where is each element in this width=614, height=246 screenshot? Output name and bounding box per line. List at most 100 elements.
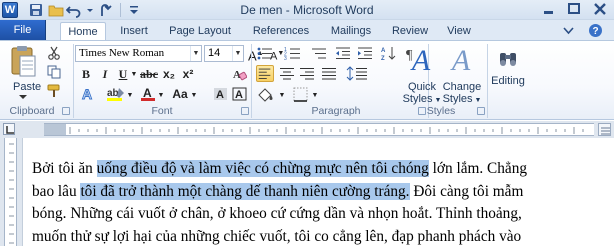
styles-group-label: Styles — [426, 105, 456, 117]
group-separator — [251, 44, 252, 118]
increase-indent-icon[interactable] — [356, 45, 374, 62]
window-title: De men - Microsoft Word — [240, 3, 374, 17]
change-case-dropdown-icon[interactable]: ▼ — [190, 87, 198, 104]
italic-button[interactable]: I — [99, 66, 111, 83]
font-dialog-launcher[interactable] — [241, 107, 249, 115]
change-styles-icon[interactable]: A — [444, 46, 478, 76]
numbering-icon[interactable]: 123 — [284, 45, 302, 62]
font-size-value: 14 — [208, 47, 221, 59]
horizontal-ruler[interactable] — [44, 123, 594, 136]
paste-label: Paste — [13, 81, 42, 93]
quick-styles-button[interactable]: Quick Styles ▼ — [400, 81, 444, 107]
line-text: Đôi càng tôi mẫm — [409, 182, 524, 200]
help-icon[interactable]: ? — [588, 23, 603, 38]
font-group-label: Font — [151, 105, 173, 117]
view-ruler-icon[interactable] — [598, 123, 611, 136]
tab-insert[interactable]: Insert — [114, 22, 154, 41]
clear-formatting-icon[interactable]: A — [232, 67, 248, 81]
font-size-combo[interactable]: 14 ▼ — [204, 45, 244, 62]
tab-page-layout[interactable]: Page Layout — [165, 22, 235, 41]
quick-styles-label-2: Styles — [402, 93, 433, 105]
minimize-ribbon-icon[interactable] — [561, 23, 576, 38]
subscript-button[interactable]: x₂ — [161, 66, 177, 83]
tab-mailings[interactable]: Mailings — [325, 22, 377, 41]
shading-dropdown-icon[interactable]: ▼ — [278, 87, 286, 104]
borders-dropdown-icon[interactable]: ▼ — [311, 87, 319, 104]
paragraph-group-label: Paragraph — [311, 105, 361, 117]
tab-references[interactable]: References — [249, 22, 313, 41]
multilevel-list-icon[interactable] — [310, 45, 328, 62]
line-text: Bởi tôi ăn — [32, 160, 97, 177]
vertical-ruler-ticks — [9, 143, 14, 244]
highlight-dropdown-icon[interactable]: ▼ — [126, 87, 134, 104]
svg-text:A: A — [216, 89, 224, 101]
align-left-button[interactable] — [256, 65, 274, 82]
vertical-ruler[interactable] — [4, 138, 17, 246]
underline-button[interactable]: U — [117, 66, 129, 83]
tab-file[interactable]: File — [0, 20, 46, 41]
binoculars-icon[interactable] — [497, 47, 519, 69]
tab-selector-icon[interactable] — [3, 123, 15, 135]
shading-icon[interactable] — [256, 86, 278, 103]
bold-button[interactable]: B — [80, 66, 92, 83]
document-body[interactable]: Bởi tôi ăn uống điều độ và làm việc có c… — [32, 158, 592, 246]
document-page[interactable]: Bởi tôi ăn uống điều độ và làm việc có c… — [22, 138, 614, 246]
cut-icon[interactable] — [47, 46, 61, 60]
line-spacing-icon[interactable] — [346, 65, 370, 82]
text-effects-icon[interactable]: A — [80, 86, 98, 103]
sort-icon[interactable]: AZ — [380, 45, 398, 62]
decrease-indent-icon[interactable] — [334, 45, 352, 62]
line-text: lớn lắm. Chẳng — [428, 160, 527, 177]
highlight-color-icon[interactable]: ab — [106, 86, 126, 102]
svg-text:A: A — [235, 89, 243, 101]
minimize-button[interactable] — [535, 0, 561, 19]
align-center-button[interactable] — [278, 65, 296, 82]
change-styles-label-2: Styles — [442, 93, 473, 105]
borders-icon[interactable] — [292, 86, 310, 103]
strikethrough-button[interactable]: abc — [140, 66, 158, 83]
document-line-1: Bởi tôi ăn uống điều độ và làm việc có c… — [32, 158, 592, 181]
character-shading-icon[interactable]: A — [213, 87, 228, 101]
tab-review[interactable]: Review — [389, 22, 431, 41]
copy-icon[interactable] — [47, 65, 61, 79]
title-bar: W De men - Microsoft Word — [0, 0, 614, 20]
maximize-button[interactable] — [561, 0, 587, 19]
ribbon-home: Paste Clipboard Times New Roman ▼ 14 ▼ A… — [0, 40, 614, 120]
svg-text:?: ? — [592, 26, 598, 37]
chevron-down-icon: ▼ — [232, 46, 243, 61]
paste-button[interactable]: Paste — [3, 44, 43, 104]
close-button[interactable] — [587, 0, 614, 19]
line-text: muốn thử sự lợi hại của những chiếc vuốt… — [32, 227, 522, 245]
editing-button[interactable]: Editing — [487, 75, 529, 87]
group-separator — [73, 44, 74, 118]
format-painter-icon[interactable] — [47, 84, 61, 98]
styles-dialog-launcher[interactable] — [477, 107, 485, 115]
change-styles-button[interactable]: Change Styles ▼ — [440, 81, 484, 107]
underline-dropdown-icon[interactable]: ▼ — [130, 66, 138, 83]
ruler-left-margin — [44, 124, 66, 135]
svg-text:A: A — [143, 86, 152, 100]
change-case-button[interactable]: Aa — [170, 86, 190, 103]
clipboard-group-label: Clipboard — [9, 105, 55, 117]
change-styles-label-1: Change — [442, 81, 482, 93]
chevron-down-icon: ▼ — [190, 46, 201, 61]
font-name-combo[interactable]: Times New Roman ▼ — [75, 45, 202, 62]
justify-button[interactable] — [320, 65, 338, 82]
tab-view[interactable]: View — [443, 22, 475, 41]
clipboard-dialog-launcher[interactable] — [62, 107, 70, 115]
bullets-icon[interactable] — [256, 45, 274, 62]
tab-home[interactable]: Home — [60, 22, 106, 41]
ruler-ticks — [69, 127, 584, 134]
selected-text[interactable]: uống điều độ và làm việc có chừng mực nê… — [96, 160, 429, 177]
enclose-characters-icon[interactable]: A — [232, 87, 247, 101]
font-color-icon[interactable]: A — [140, 86, 156, 102]
document-line-4: muốn thử sự lợi hại của những chiếc vuốt… — [32, 226, 592, 246]
selected-text[interactable]: tôi đã trở thành một chàng dế thanh niên… — [80, 182, 410, 200]
font-color-dropdown-icon[interactable]: ▼ — [157, 87, 165, 104]
align-right-button[interactable] — [298, 65, 316, 82]
document-line-3: bóng. Những cái vuốt ở chân, ở khoeo cứ … — [32, 203, 592, 226]
ruler-bar — [0, 121, 614, 138]
svg-text:A: A — [82, 86, 92, 102]
superscript-button[interactable]: x² — [180, 66, 196, 83]
quick-styles-icon[interactable]: A — [404, 46, 438, 76]
